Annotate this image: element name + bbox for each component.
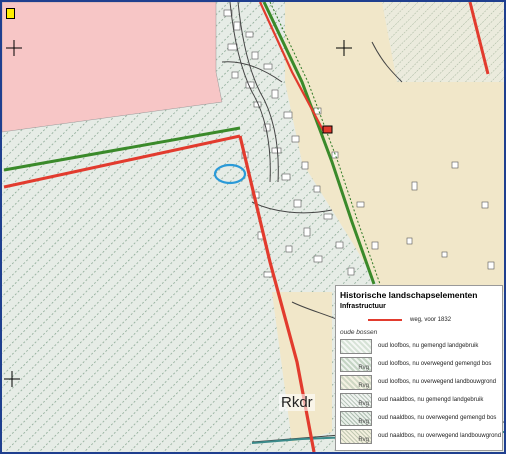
swatch-pattern: Rvg: [340, 428, 372, 444]
swatch-pattern: Rvg: [340, 410, 372, 426]
legend-item-label: oud loofbos, nu gemengd landgebruik: [378, 343, 479, 349]
map-legend: Historische landschapselementen Infrastr…: [335, 285, 503, 451]
swatch-pattern: Rvg: [340, 374, 372, 390]
map-frame: Rkdr Historische landschapselementen Inf…: [0, 0, 506, 454]
legend-item: oud loofbos, nu gemengd landgebruik: [340, 338, 498, 354]
legend-item-label: oud naaldbos, nu gemengd landgebruik: [378, 397, 484, 403]
legend-item: Rvg oud naaldbos, nu gemengd landgebruik: [340, 392, 498, 408]
legend-title: Historische landschapselementen: [340, 290, 478, 300]
legend-road-row: weg, voor 1832: [340, 312, 498, 328]
legend-road-label: weg, voor 1832: [410, 317, 452, 323]
legend-item-label: oud naaldbos, nu overwegend gemengd bos: [378, 415, 497, 421]
legend-item: Rvg oud naaldbos, nu overwegend landbouw…: [340, 428, 502, 444]
swatch-pattern: Rvg: [340, 392, 372, 408]
layer-icon[interactable]: [6, 8, 15, 19]
place-label: Rkdr: [279, 394, 315, 411]
swatch-pattern: Rvg: [340, 356, 372, 372]
legend-section-label: oude bossen: [340, 329, 378, 336]
legend-item: Rvg oud naaldbos, nu overwegend gemengd …: [340, 410, 498, 426]
legend-item-label: oud loofbos, nu overwegend landbouwgrond: [378, 379, 497, 385]
legend-item: Rvg oud loofbos, nu overwegend landbouwg…: [340, 374, 498, 390]
road-line-swatch: [368, 319, 402, 321]
legend-item-label: oud loofbos, nu overwegend gemengd bos: [378, 361, 492, 367]
legend-subtitle: Infrastructuur: [340, 303, 386, 310]
legend-item: Rvg oud loofbos, nu overwegend gemengd b…: [340, 356, 498, 372]
legend-item-label: oud naaldbos, nu overwegend landbouwgron…: [378, 433, 502, 439]
point-marker[interactable]: [322, 125, 333, 134]
swatch-pattern: [340, 338, 372, 354]
